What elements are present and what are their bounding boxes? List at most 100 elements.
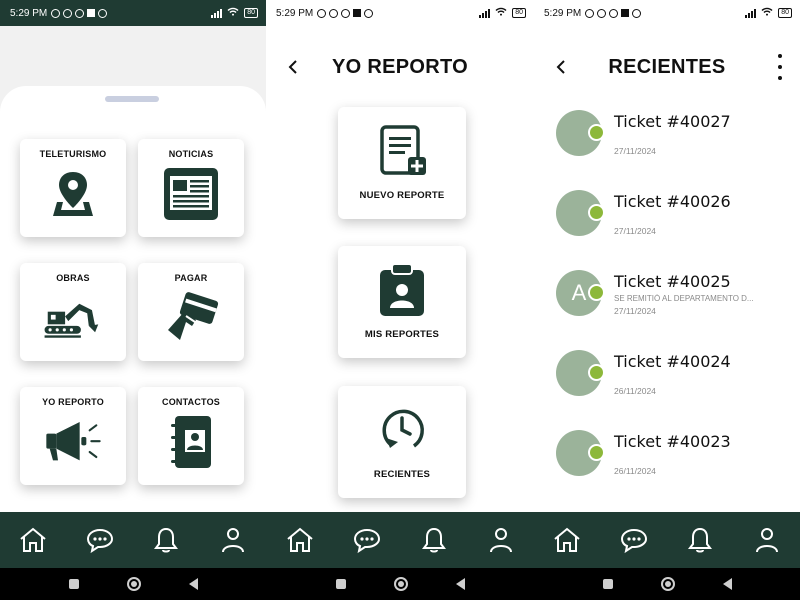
- megaphone-icon: [43, 413, 103, 471]
- status-dot-icon: [588, 284, 605, 301]
- page-title: RECIENTES: [608, 55, 726, 78]
- ticket-title: Ticket #40023: [614, 432, 731, 451]
- sheet-drag-handle[interactable]: [105, 96, 159, 102]
- app-screens: 5:29 PM 80 TELETURISMO NOTICIAS OBRAS PA…: [0, 0, 800, 600]
- notification-icons: [317, 8, 374, 18]
- back-arrow-icon[interactable]: [550, 56, 572, 78]
- signal-icon: [479, 8, 491, 18]
- home-icon[interactable]: [283, 523, 317, 557]
- system-nav-bar: [0, 568, 266, 600]
- ticket-row[interactable]: Ticket #40027 27/11/2024: [548, 110, 788, 180]
- home-system-icon[interactable]: [126, 577, 141, 591]
- recent-apps-icon[interactable]: [68, 579, 79, 589]
- signal-icon: [211, 8, 223, 18]
- ticket-date: 27/11/2024: [614, 306, 656, 316]
- recent-apps-icon[interactable]: [602, 579, 613, 589]
- whatsapp-icon: [609, 8, 619, 18]
- alarm-icon: [585, 8, 595, 18]
- ticket-row[interactable]: Ticket #40023 26/11/2024: [548, 430, 788, 500]
- user-icon[interactable]: [750, 523, 784, 557]
- back-system-icon[interactable]: [188, 578, 198, 590]
- recientes-screen: 5:29 PM 80 RECIENTES Ticket #40027 27/11…: [534, 0, 800, 600]
- user-icon[interactable]: [216, 523, 250, 557]
- tile-label: CONTACTOS: [162, 397, 220, 407]
- recent-history-icon: [374, 402, 430, 458]
- user-icon[interactable]: [484, 523, 518, 557]
- card-label: MIS REPORTES: [364, 329, 440, 340]
- home-icon[interactable]: [16, 523, 50, 557]
- tile-label: PAGAR: [174, 273, 208, 283]
- ticket-date: 27/11/2024: [614, 146, 656, 156]
- wifi-icon: [227, 7, 239, 19]
- ticket-row[interactable]: Ticket #40024 26/11/2024: [548, 350, 788, 420]
- home-system-icon[interactable]: [660, 577, 675, 591]
- status-time: 5:29 PM: [276, 7, 314, 19]
- ticket-date: 27/11/2024: [614, 226, 656, 236]
- tile-label: OBRAS: [56, 273, 90, 283]
- back-system-icon[interactable]: [722, 578, 732, 590]
- recientes-button[interactable]: RECIENTES: [338, 386, 466, 498]
- chrome-icon: [632, 8, 642, 18]
- chat-icon[interactable]: [350, 523, 384, 557]
- mis-reportes-button[interactable]: MIS REPORTES: [338, 246, 466, 358]
- tile-label: NOTICIAS: [168, 149, 214, 159]
- my-reports-icon: [374, 262, 430, 318]
- excavator-icon: [43, 289, 103, 347]
- bell-icon[interactable]: [417, 523, 451, 557]
- system-nav-bar: [266, 568, 534, 600]
- newspaper-icon: [161, 165, 221, 223]
- battery-indicator: 80: [778, 8, 792, 18]
- bell-icon[interactable]: [683, 523, 717, 557]
- tile-teleturismo[interactable]: TELETURISMO: [20, 139, 126, 237]
- nuevo-reporte-button[interactable]: NUEVO REPORTE: [338, 107, 466, 219]
- new-report-icon: [374, 123, 430, 179]
- chrome-icon: [98, 8, 108, 18]
- bell-icon[interactable]: [149, 523, 183, 557]
- yo-reporto-screen: 5:29 PM 80 YO REPORTO NUEVO REPORTE MIS …: [266, 0, 534, 600]
- wifi-icon: [495, 7, 507, 19]
- status-time: 5:29 PM: [10, 7, 48, 19]
- ticket-row[interactable]: Ticket #40026 27/11/2024: [548, 190, 788, 260]
- bottom-nav: [534, 512, 800, 568]
- card-label: NUEVO REPORTE: [359, 190, 445, 201]
- tile-obras[interactable]: OBRAS: [20, 263, 126, 361]
- tile-label: YO REPORTO: [42, 397, 104, 407]
- card-payment-icon: [161, 289, 221, 347]
- recent-apps-icon[interactable]: [335, 579, 346, 589]
- chat-icon[interactable]: [83, 523, 117, 557]
- wifi-icon: [761, 7, 773, 19]
- bottom-nav: [0, 512, 266, 568]
- tile-contactos[interactable]: CONTACTOS: [138, 387, 244, 485]
- tile-yo-reporto[interactable]: YO REPORTO: [20, 387, 126, 485]
- status-bar: 5:29 PM 80: [266, 0, 534, 26]
- status-right: 80: [745, 7, 792, 19]
- status-dot-icon: [588, 204, 605, 221]
- map-pin-icon: [43, 165, 103, 223]
- ticket-title: Ticket #40026: [614, 192, 731, 211]
- header: RECIENTES: [534, 48, 800, 86]
- back-arrow-icon[interactable]: [282, 56, 304, 78]
- status-time: 5:29 PM: [544, 7, 582, 19]
- ticket-title: Ticket #40027: [614, 112, 731, 131]
- ticket-subtitle: SE REMITIÓ AL DEPARTAMENTO D...: [614, 294, 754, 303]
- app-notification-icon: [621, 9, 630, 17]
- notification-icons: [585, 8, 642, 18]
- app-notification-icon: [87, 9, 96, 17]
- bottom-nav: [266, 512, 534, 568]
- ticket-row[interactable]: A Ticket #40025 SE REMITIÓ AL DEPARTAMEN…: [548, 270, 788, 340]
- tile-label: TELETURISMO: [39, 149, 107, 159]
- ticket-title: Ticket #40025: [614, 272, 731, 291]
- more-options-icon[interactable]: [774, 54, 786, 80]
- status-bar: 5:29 PM 80: [534, 0, 800, 26]
- status-dot-icon: [588, 444, 605, 461]
- system-nav-bar: [534, 568, 800, 600]
- tile-pagar[interactable]: PAGAR: [138, 263, 244, 361]
- ticket-title: Ticket #40024: [614, 352, 731, 371]
- alarm-icon: [51, 8, 61, 18]
- status-right: 80: [211, 7, 258, 19]
- home-icon[interactable]: [550, 523, 584, 557]
- home-system-icon[interactable]: [393, 577, 408, 591]
- tile-noticias[interactable]: NOTICIAS: [138, 139, 244, 237]
- back-system-icon[interactable]: [455, 578, 465, 590]
- chat-icon[interactable]: [617, 523, 651, 557]
